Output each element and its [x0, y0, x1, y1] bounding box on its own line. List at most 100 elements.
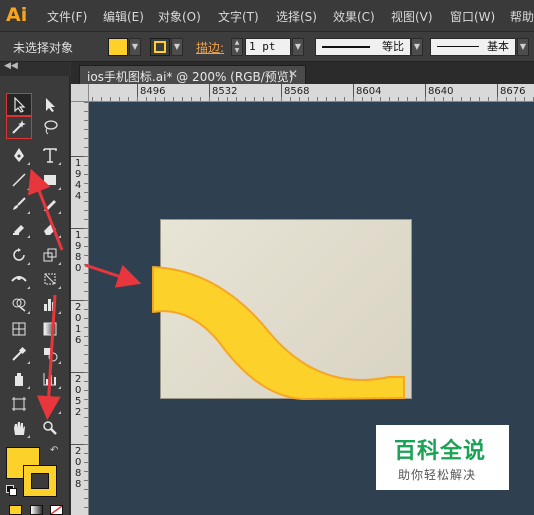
menu-select[interactable]: 选择(S): [276, 8, 317, 25]
stroke-weight-field[interactable]: 1 pt: [245, 38, 291, 56]
magic-wand-tool[interactable]: [6, 115, 32, 139]
graph-tool[interactable]: [38, 293, 62, 315]
horizontal-ruler[interactable]: 8496 8532 8568 8604 8640 8676: [89, 84, 534, 102]
stroke-weight-dropdown[interactable]: ▼: [292, 38, 304, 56]
ruler-minor-tick: [281, 97, 282, 101]
ruler-minor-tick: [488, 97, 489, 101]
shape-builder-tool[interactable]: [7, 293, 31, 315]
menu-window[interactable]: 窗口(W): [450, 8, 495, 25]
eraser-tool[interactable]: [38, 217, 62, 239]
ruler-minor-tick: [84, 165, 88, 166]
ruler-minor-tick: [84, 435, 88, 436]
paintbrush-tool[interactable]: [7, 193, 31, 215]
vertical-ruler[interactable]: 19441980201620522088: [71, 102, 89, 515]
menu-type[interactable]: 文字(T): [218, 8, 259, 25]
ruler-minor-tick: [146, 97, 147, 101]
ruler-minor-tick: [84, 228, 88, 229]
blend-tool[interactable]: [38, 343, 62, 365]
gradient-tool[interactable]: [38, 318, 62, 340]
ruler-minor-tick: [137, 97, 138, 101]
ruler-minor-tick: [84, 201, 88, 202]
eyedropper-tool[interactable]: [7, 343, 31, 365]
lasso-tool[interactable]: [38, 116, 62, 138]
rotate-icon: [13, 248, 25, 261]
type-tool[interactable]: [38, 144, 62, 166]
blend-icon: [44, 348, 58, 362]
ruler-label: 8496: [140, 86, 166, 97]
stroke-profile-dropdown[interactable]: ▼: [411, 38, 423, 56]
scale-icon: [43, 248, 57, 262]
ruler-minor-tick: [470, 97, 471, 101]
brush-definition-select[interactable]: 基本: [430, 38, 516, 56]
fill-swatch[interactable]: [108, 38, 128, 56]
menu-help[interactable]: 帮助: [510, 8, 534, 25]
ruler-minor-tick: [254, 97, 255, 101]
fill-dropdown[interactable]: ▼: [129, 38, 141, 56]
hand-tool[interactable]: [7, 417, 31, 439]
ruler-minor-tick: [84, 129, 88, 130]
ruler-minor-tick: [84, 219, 88, 220]
stroke-label[interactable]: 描边:: [196, 39, 224, 56]
default-fill-stroke-icon[interactable]: [6, 485, 17, 496]
menu-view[interactable]: 视图(V): [391, 8, 433, 25]
menu-file[interactable]: 文件(F): [47, 8, 87, 25]
ruler-label: 8532: [212, 86, 238, 97]
ruler-minor-tick: [84, 282, 88, 283]
pencil-tool[interactable]: [38, 193, 62, 215]
close-icon[interactable]: ✕: [288, 67, 298, 81]
artboard-tool[interactable]: [7, 393, 31, 415]
brush-definition-dropdown[interactable]: ▼: [517, 38, 529, 56]
color-mode-button[interactable]: [9, 505, 22, 515]
line-segment-tool[interactable]: [7, 169, 31, 191]
slice-tool[interactable]: [38, 393, 62, 415]
ruler-label: 2: [75, 374, 82, 385]
menu-object[interactable]: 对象(O): [158, 8, 201, 25]
stroke-profile-select[interactable]: 等比: [315, 38, 411, 56]
rotate-tool[interactable]: [7, 244, 31, 266]
none-mode-button[interactable]: [50, 505, 63, 515]
document-tab[interactable]: ios手机图标.ai* @ 200% (RGB/预览) ✕: [79, 65, 306, 84]
menu-edit[interactable]: 编辑(E): [103, 8, 144, 25]
ruler-minor-tick: [84, 480, 88, 481]
symbol-sprayer-tool[interactable]: [7, 368, 31, 390]
zoom-magnifier-icon: [43, 421, 57, 435]
ruler-label: 8: [75, 252, 82, 263]
ruler-minor-tick: [317, 97, 318, 101]
stroke-weight-spinner[interactable]: ▲ ▼: [231, 38, 243, 56]
zoom-tool[interactable]: [38, 417, 62, 439]
magic-wand-icon: [12, 120, 26, 134]
menu-effect[interactable]: 效果(C): [333, 8, 375, 25]
mesh-tool[interactable]: [7, 318, 31, 340]
symbol-sprayer-icon: [15, 373, 23, 386]
ruler-origin[interactable]: [71, 84, 89, 102]
ruler-label: 8: [75, 468, 82, 479]
ruler-minor-tick: [84, 147, 88, 148]
selection-tool[interactable]: [6, 93, 32, 117]
ruler-minor-tick: [92, 97, 93, 101]
ruler-label: 8676: [500, 86, 526, 97]
ruler-minor-tick: [110, 97, 111, 101]
free-transform-tool[interactable]: [38, 268, 62, 290]
ruler-minor-tick: [84, 453, 88, 454]
pen-tool[interactable]: [7, 144, 31, 166]
free-transform-icon: [44, 273, 56, 285]
direct-selection-tool[interactable]: [38, 94, 62, 116]
ruler-minor-tick: [84, 291, 88, 292]
swap-fill-stroke-icon[interactable]: ↶: [50, 445, 58, 456]
ruler-minor-tick: [84, 345, 88, 346]
rectangle-tool[interactable]: [38, 169, 62, 191]
column-graph-tool[interactable]: [38, 368, 62, 390]
ruler-minor-tick: [84, 417, 88, 418]
ruler-minor-tick: [290, 97, 291, 101]
gradient-mode-button[interactable]: [30, 505, 43, 515]
blob-brush-tool[interactable]: [7, 217, 31, 239]
ruler-minor-tick: [84, 120, 88, 121]
ruler-minor-tick: [263, 97, 264, 101]
stroke-swatch[interactable]: [150, 38, 170, 56]
stroke-color-swatch[interactable]: [23, 465, 57, 497]
tools-panel-header[interactable]: ◀◀: [0, 61, 70, 76]
scale-tool[interactable]: [38, 244, 62, 266]
ruler-minor-tick: [84, 174, 88, 175]
stroke-dropdown[interactable]: ▼: [171, 38, 183, 56]
width-tool[interactable]: [7, 268, 31, 290]
